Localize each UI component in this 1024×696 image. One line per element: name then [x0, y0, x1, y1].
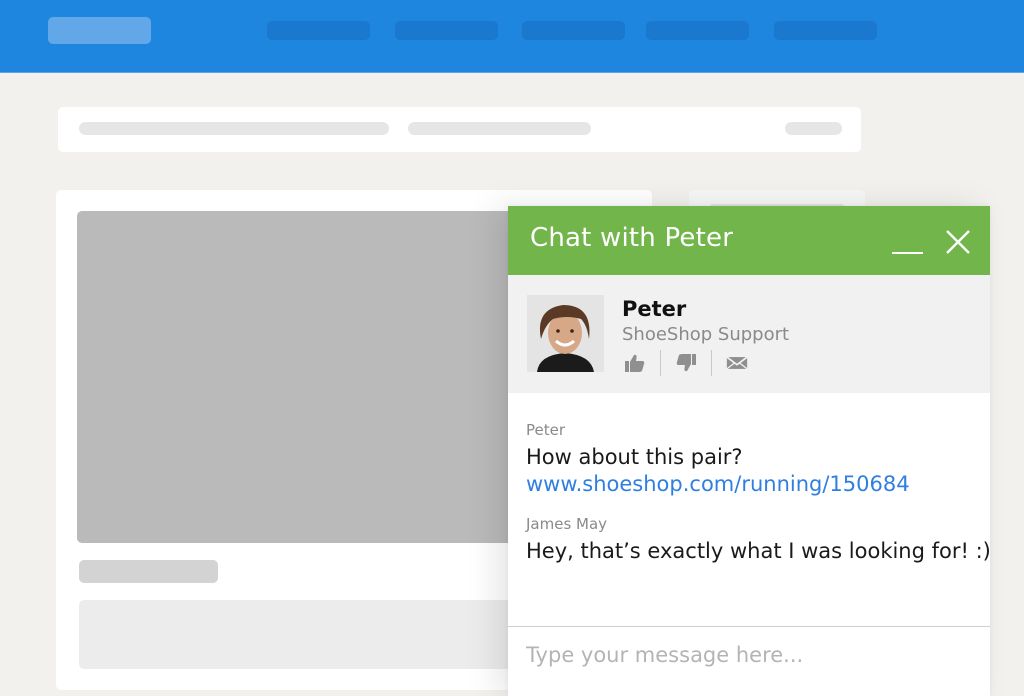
message-text: Hey, that’s exactly what I was looking f… — [526, 539, 991, 563]
message-author: James May — [526, 515, 608, 533]
filter-placeholder-3 — [785, 122, 842, 135]
chat-header: Chat with Peter — [508, 206, 990, 275]
logo-placeholder[interactable] — [48, 17, 151, 44]
envelope-icon[interactable] — [724, 352, 750, 374]
message-composer — [508, 626, 990, 696]
nav-item-3[interactable] — [522, 21, 625, 40]
top-navigation-bar — [0, 0, 1024, 73]
agent-actions — [622, 349, 750, 377]
product-title-placeholder — [79, 560, 218, 583]
action-divider — [711, 350, 712, 376]
message-link[interactable]: www.shoeshop.com/running/150684 — [526, 472, 910, 496]
agent-info-panel: Peter ShoeShop Support — [508, 275, 990, 393]
agent-role: ShoeShop Support — [622, 324, 790, 345]
message-input[interactable] — [526, 637, 966, 673]
filter-placeholder-2 — [408, 122, 591, 135]
chat-title: Chat with Peter — [530, 223, 734, 253]
filter-placeholder-1 — [79, 122, 389, 135]
agent-name: Peter — [622, 297, 687, 321]
action-divider — [660, 350, 661, 376]
thumbs-down-icon[interactable] — [673, 352, 699, 374]
thumbs-up-icon[interactable] — [622, 352, 648, 374]
nav-item-5[interactable] — [774, 21, 877, 40]
nav-item-2[interactable] — [395, 21, 498, 40]
nav-item-1[interactable] — [267, 21, 370, 40]
message-list: Peter How about this pair? www.shoeshop.… — [508, 393, 991, 626]
filter-bar-card — [58, 107, 861, 152]
nav-item-4[interactable] — [646, 21, 749, 40]
message-text: How about this pair? — [526, 445, 743, 469]
message-author: Peter — [526, 421, 566, 439]
chat-widget: Chat with Peter Peter ShoeShop Support P… — [508, 206, 991, 696]
close-icon[interactable] — [944, 228, 972, 256]
agent-avatar — [527, 295, 604, 372]
minimize-icon[interactable] — [892, 234, 924, 256]
